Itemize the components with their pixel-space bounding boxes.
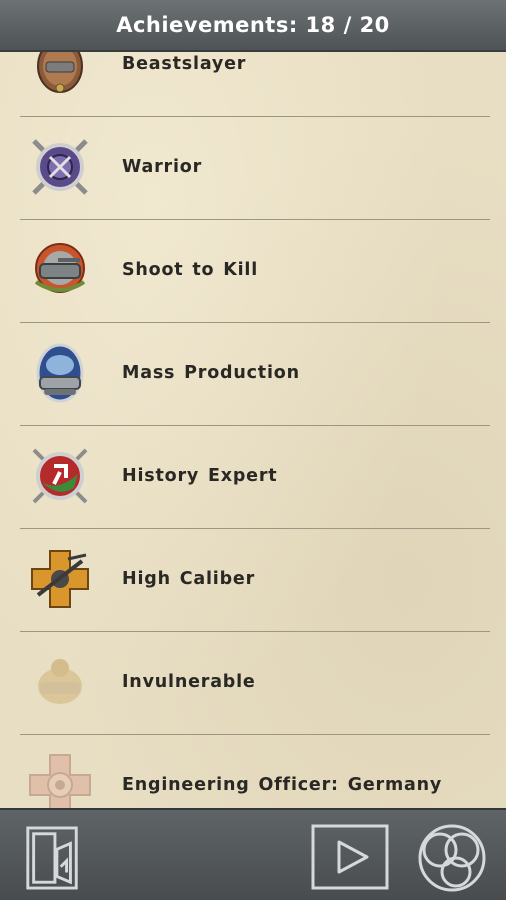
achievement-label: Mass Production — [122, 363, 300, 383]
warrior-badge-icon — [32, 139, 88, 195]
history-expert-badge-icon — [32, 448, 88, 504]
header-bar: Achievements: 18 / 20 — [0, 0, 506, 52]
invulnerable-badge-icon — [38, 659, 82, 704]
bottom-toolbar — [0, 808, 506, 900]
achievement-item[interactable]: History Expert — [20, 426, 490, 529]
exit-door-icon[interactable] — [22, 824, 84, 892]
achievement-label: Invulnerable — [122, 672, 256, 692]
shoot-to-kill-badge-icon — [34, 243, 86, 293]
achievement-label: Shoot to Kill — [122, 260, 259, 280]
achievement-list[interactable]: Beastslayer Warrior Shoot to Kill Mass P… — [0, 52, 506, 808]
achievement-item[interactable]: Invulnerable — [20, 632, 490, 735]
circles-menu-icon[interactable] — [416, 822, 488, 894]
achievement-label: Engineering Officer: Germany — [122, 775, 443, 795]
achievement-item[interactable]: Mass Production — [20, 323, 490, 426]
engineering-officer-badge-icon — [29, 754, 91, 808]
achievement-item[interactable]: Beastslayer — [20, 52, 490, 117]
play-icon[interactable] — [311, 824, 389, 890]
achievement-item[interactable]: High Caliber — [20, 529, 490, 632]
high-caliber-badge-icon — [31, 550, 89, 608]
achievement-label: Warrior — [122, 157, 203, 177]
mass-production-badge-icon — [36, 343, 84, 403]
achievement-label: History Expert — [122, 466, 278, 486]
achievement-item[interactable]: Engineering Officer: Germany — [20, 735, 490, 808]
achievement-label: Beastslayer — [122, 54, 247, 74]
achievement-label: High Caliber — [122, 569, 255, 589]
beastslayer-badge-icon — [37, 52, 83, 93]
page-title: Achievements: 18 / 20 — [116, 13, 390, 37]
achievement-item[interactable]: Shoot to Kill — [20, 220, 490, 323]
achievement-item[interactable]: Warrior — [20, 117, 490, 220]
